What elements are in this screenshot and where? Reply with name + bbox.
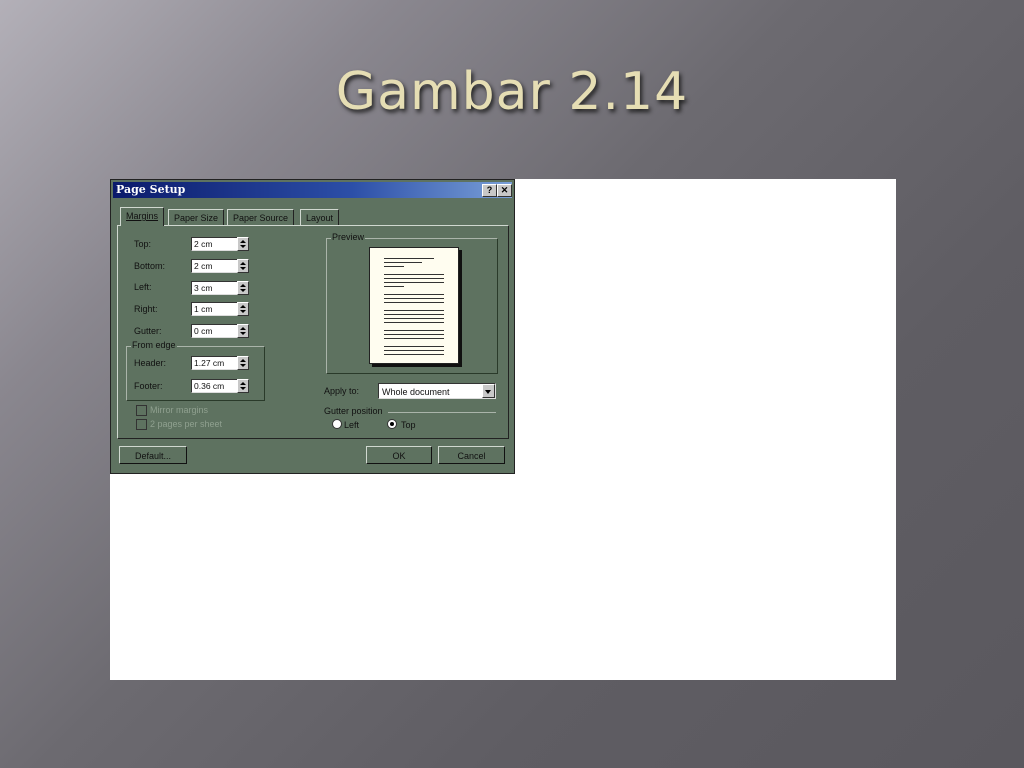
spin-down-icon[interactable] <box>240 289 246 292</box>
tab-paper-size[interactable]: Paper Size <box>168 209 225 226</box>
spin-up-icon[interactable] <box>240 359 246 362</box>
preview-group: Preview <box>326 232 498 374</box>
preview-text-line <box>384 322 444 323</box>
spin-up-icon[interactable] <box>240 240 246 243</box>
preview-text-line <box>384 274 444 275</box>
preview-text-line <box>384 350 444 351</box>
dropdown-arrow-icon[interactable] <box>482 384 495 398</box>
preview-text-line <box>384 258 434 259</box>
preview-text-line <box>384 346 444 347</box>
preview-text-line <box>384 354 444 355</box>
preview-text-line <box>384 282 444 283</box>
preview-text-line <box>384 310 444 311</box>
tab-paper-source[interactable]: Paper Source <box>227 209 295 226</box>
spin-up-icon[interactable] <box>240 305 246 308</box>
right-spinner[interactable]: 1 cm <box>191 302 249 316</box>
header-label: Header: <box>134 358 167 368</box>
preview-text-line <box>384 278 444 279</box>
right-spin-arrows[interactable] <box>237 302 249 316</box>
right-label: Right: <box>134 304 158 314</box>
default-button[interactable]: Default... <box>119 446 187 464</box>
footer-spinner[interactable]: 0.36 cm <box>191 379 249 393</box>
gutter-spin-arrows[interactable] <box>237 324 249 338</box>
left-spin-arrows[interactable] <box>237 281 249 295</box>
dropdown-arrow-glyph <box>485 390 491 394</box>
preview-text-line <box>384 298 444 299</box>
ok-button[interactable]: OK <box>366 446 432 464</box>
top-spin-arrows[interactable] <box>237 237 249 251</box>
preview-text-line <box>384 314 444 315</box>
gutter-position-title: Gutter position <box>324 406 383 416</box>
right-input[interactable]: 1 cm <box>191 302 241 316</box>
preview-text-line <box>384 338 444 339</box>
gutter-top-label: Top <box>401 420 416 430</box>
gutter-top-radio[interactable] <box>387 419 397 429</box>
header-spin-arrows[interactable] <box>237 356 249 370</box>
gutter-spinner[interactable]: 0 cm <box>191 324 249 338</box>
header-spinner[interactable]: 1.27 cm <box>191 356 249 370</box>
tab-margins[interactable]: Margins <box>120 207 165 226</box>
dialog-title: Page Setup <box>116 183 186 196</box>
header-input[interactable]: 1.27 cm <box>191 356 241 370</box>
bottom-spinner[interactable]: 2 cm <box>191 259 249 273</box>
spin-down-icon[interactable] <box>240 267 246 270</box>
from-edge-title: From edge <box>131 340 177 350</box>
cancel-button[interactable]: Cancel <box>438 446 505 464</box>
apply-to-select[interactable]: Whole document <box>378 383 496 399</box>
bottom-spin-arrows[interactable] <box>237 259 249 273</box>
gutter-left-radio[interactable] <box>332 419 342 429</box>
gutter-left-label: Left <box>344 420 360 430</box>
preview-text-line <box>384 334 444 335</box>
spin-up-icon[interactable] <box>240 284 246 287</box>
gutter-position-separator <box>388 412 496 413</box>
bottom-input[interactable]: 2 cm <box>191 259 241 273</box>
spin-down-icon[interactable] <box>240 332 246 335</box>
preview-text-line <box>384 318 444 319</box>
close-button[interactable]: ✕ <box>497 184 512 197</box>
spin-down-icon[interactable] <box>240 245 246 248</box>
help-button[interactable]: ? <box>482 184 497 197</box>
mirror-margins-checkbox[interactable] <box>136 405 147 416</box>
top-input[interactable]: 2 cm <box>191 237 241 251</box>
gutter-label: Gutter: <box>134 326 162 336</box>
apply-to-label: Apply to: <box>324 386 360 396</box>
left-spinner[interactable]: 3 cm <box>191 281 249 295</box>
spin-up-icon[interactable] <box>240 327 246 330</box>
preview-text-line <box>384 294 444 295</box>
top-label: Top: <box>134 239 152 249</box>
footer-label: Footer: <box>134 381 163 391</box>
spin-down-icon[interactable] <box>240 387 246 390</box>
slide-title: Gambar 2.14 <box>335 62 689 122</box>
title-bar[interactable]: Page Setup ? ✕ <box>113 182 512 198</box>
top-spinner[interactable]: 2 cm <box>191 237 249 251</box>
left-input[interactable]: 3 cm <box>191 281 241 295</box>
preview-title: Preview <box>331 232 366 242</box>
mirror-margins-label: Mirror margins <box>150 405 209 415</box>
tab-layout[interactable]: Layout <box>300 209 340 226</box>
footer-spin-arrows[interactable] <box>237 379 249 393</box>
spin-up-icon[interactable] <box>240 262 246 265</box>
bottom-label: Bottom: <box>134 261 166 271</box>
preview-text-line <box>384 330 444 331</box>
preview-text-line <box>384 302 444 303</box>
apply-to-value: Whole document <box>382 387 450 397</box>
margins-panel: Top: 2 cm Bottom: 2 cm Left: 3 cm Right:… <box>117 225 509 439</box>
spin-down-icon[interactable] <box>240 310 246 313</box>
preview-page <box>369 247 459 364</box>
spin-up-icon[interactable] <box>240 382 246 385</box>
left-label: Left: <box>134 282 152 292</box>
page-setup-dialog: Page Setup ? ✕ Margins Paper Size Paper … <box>110 179 515 474</box>
two-pages-label: 2 pages per sheet <box>150 419 223 429</box>
spin-down-icon[interactable] <box>240 364 246 367</box>
preview-text-line <box>384 266 404 267</box>
two-pages-checkbox[interactable] <box>136 419 147 430</box>
preview-text-line <box>384 262 422 263</box>
footer-input[interactable]: 0.36 cm <box>191 379 241 393</box>
gutter-input[interactable]: 0 cm <box>191 324 241 338</box>
from-edge-group: From edge Header: 1.27 cm Footer: 0.36 c… <box>126 340 265 401</box>
preview-text-line <box>384 286 404 287</box>
